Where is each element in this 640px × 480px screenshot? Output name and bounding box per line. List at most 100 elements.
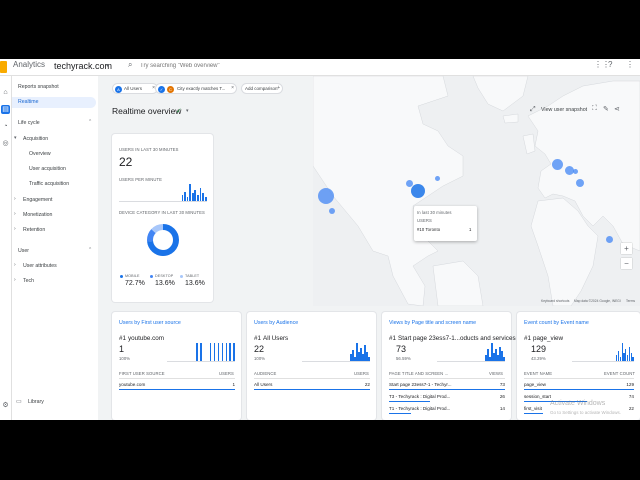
help-icon[interactable]: ? bbox=[608, 60, 612, 69]
nav-section-life-cycle: Life cycle bbox=[18, 120, 40, 126]
map-bubble[interactable] bbox=[573, 169, 578, 174]
card-title[interactable]: Users by Audience bbox=[254, 320, 298, 326]
row-value: 1 bbox=[232, 382, 235, 387]
view-user-snapshot-button[interactable]: View user snapshot bbox=[541, 107, 587, 113]
zoom-in-button[interactable]: + bbox=[621, 243, 632, 254]
top-value: 1 bbox=[119, 344, 125, 354]
card-sparkline bbox=[437, 342, 505, 362]
device-pct: 72.7% bbox=[125, 280, 145, 287]
settings-icon[interactable]: ⚙ bbox=[1, 401, 10, 410]
more-vert-icon[interactable]: ⋮ bbox=[626, 60, 634, 69]
row-bar bbox=[119, 389, 235, 390]
row-name[interactable]: T1 - Techyrack : Digital Prod... bbox=[389, 406, 450, 411]
reports-icon[interactable]: ▤ bbox=[1, 105, 10, 114]
map-bubble[interactable] bbox=[552, 159, 563, 170]
sparkline-bar bbox=[189, 184, 192, 201]
main-content: In last 30 minutes USERS #10 Toronto 1 ⤢… bbox=[98, 76, 640, 420]
keyboard-shortcuts-link[interactable]: Keyboard shortcuts bbox=[541, 299, 569, 303]
advertising-icon[interactable]: ◎ bbox=[1, 139, 10, 148]
nav-realtime[interactable]: Realtime bbox=[12, 97, 96, 108]
expand-more-icon[interactable]: › bbox=[14, 211, 16, 217]
nav-user-acquisition[interactable]: User acquisition bbox=[29, 166, 66, 172]
view-snapshot-bar: ⤢ View user snapshot ⛶ ✎ ⋖ bbox=[530, 105, 638, 117]
nav-retention[interactable]: Retention bbox=[23, 227, 45, 233]
users-30min-value: 22 bbox=[119, 155, 133, 169]
explore-icon[interactable]: ◔ bbox=[1, 122, 10, 131]
map-bubble[interactable] bbox=[435, 176, 440, 181]
close-icon[interactable]: × bbox=[231, 84, 234, 93]
expand-more-icon[interactable]: › bbox=[14, 196, 16, 202]
map-bubble[interactable] bbox=[318, 188, 334, 204]
device-pct: 13.6% bbox=[185, 280, 205, 287]
add-comparison-button[interactable]: Add comparison + bbox=[241, 83, 283, 94]
search-box[interactable]: ⌕ bbox=[120, 59, 390, 73]
device-legend: MOBILE 72.7% DESKTOP 13.6% TABLET 13.6% bbox=[119, 274, 209, 296]
map-bubble[interactable] bbox=[606, 236, 613, 243]
zoom-out-button[interactable]: − bbox=[621, 258, 632, 269]
snapshot-icon[interactable]: ⤢ bbox=[530, 106, 536, 114]
collapse-icon[interactable]: ⌃ bbox=[88, 119, 92, 125]
page-title: Realtime overview bbox=[112, 106, 182, 116]
col-header: USERS bbox=[219, 371, 234, 376]
filter-chip-city[interactable]: ✓ C City exactly matches T... × bbox=[155, 83, 237, 94]
chevron-down-icon[interactable]: ▾ bbox=[106, 62, 109, 69]
tooltip-title: In last 30 minutes bbox=[417, 210, 452, 215]
nav-traffic-acquisition[interactable]: Traffic acquisition bbox=[29, 181, 69, 187]
nav-tech[interactable]: Tech bbox=[23, 278, 34, 284]
row-name[interactable]: session_start bbox=[524, 394, 551, 399]
chip-label: City exactly matches T... bbox=[177, 86, 226, 91]
map-bubble[interactable] bbox=[329, 208, 335, 214]
share-icon[interactable]: ⋖ bbox=[614, 105, 620, 113]
row-name[interactable]: Start page 23ess7-1 - Techyr... bbox=[389, 382, 451, 387]
top-pct: 100% bbox=[254, 356, 266, 361]
expand-less-icon[interactable]: ▾ bbox=[14, 135, 17, 141]
nav-user-attributes[interactable]: User attributes bbox=[23, 263, 57, 269]
row-name[interactable]: first_visit bbox=[524, 406, 542, 411]
divider bbox=[254, 378, 370, 379]
map-bubble[interactable] bbox=[576, 179, 584, 187]
sparkline-bar bbox=[229, 343, 231, 361]
analytics-logo-icon bbox=[0, 61, 7, 73]
edit-icon[interactable]: ✎ bbox=[603, 105, 609, 113]
device-donut-chart bbox=[147, 224, 179, 256]
collapse-icon[interactable]: ⌃ bbox=[88, 247, 92, 253]
nav-section-user: User bbox=[18, 248, 29, 254]
map-bubble-toronto[interactable] bbox=[411, 184, 425, 198]
row-name[interactable]: T3 - Techyrack : Digital Prod... bbox=[389, 394, 450, 399]
account-selector[interactable]: techyrack.com bbox=[54, 61, 112, 71]
fullscreen-icon[interactable]: ⛶ bbox=[592, 105, 597, 113]
nav-monetization[interactable]: Monetization bbox=[23, 212, 52, 218]
row-bar bbox=[389, 401, 431, 402]
legend-dot bbox=[180, 275, 183, 278]
row-bar bbox=[524, 389, 634, 390]
card-title[interactable]: Views by Page title and screen name bbox=[389, 320, 476, 326]
world-map[interactable]: In last 30 minutes USERS #10 Toronto 1 ⤢… bbox=[313, 76, 640, 306]
expand-more-icon[interactable]: › bbox=[14, 226, 16, 232]
row-name[interactable]: youtube.com bbox=[119, 382, 145, 387]
sparkline-bar bbox=[197, 195, 199, 201]
divider bbox=[389, 378, 505, 379]
card-page-title-views: Views by Page title and screen name #1 S… bbox=[382, 312, 516, 420]
sparkline-bar bbox=[503, 357, 505, 361]
home-icon[interactable]: ⌂ bbox=[1, 88, 10, 97]
row-value: 22 bbox=[364, 382, 370, 387]
nav-reports-snapshot[interactable]: Reports snapshot bbox=[18, 84, 59, 90]
row-name[interactable]: page_view bbox=[524, 382, 546, 387]
divider bbox=[119, 378, 235, 379]
row-name[interactable]: All Users bbox=[254, 382, 272, 387]
col-header: EVENT COUNT bbox=[604, 371, 636, 376]
card-title[interactable]: Users by First user source bbox=[119, 320, 181, 326]
search-input[interactable] bbox=[140, 60, 380, 71]
expand-more-icon[interactable]: › bbox=[14, 277, 16, 283]
nav-acquisition[interactable]: Acquisition bbox=[23, 136, 48, 142]
terms-link[interactable]: Terms bbox=[626, 299, 635, 303]
chevron-down-icon[interactable]: ▾ bbox=[186, 108, 189, 114]
card-title[interactable]: Event count by Event name bbox=[524, 320, 589, 326]
nav-library[interactable]: Library bbox=[28, 399, 44, 405]
filter-chip-all-users[interactable]: A All Users × bbox=[112, 83, 158, 94]
expand-more-icon[interactable]: › bbox=[14, 262, 16, 268]
nav-engagement[interactable]: Engagement bbox=[23, 197, 52, 203]
nav-overview[interactable]: Overview bbox=[29, 151, 51, 157]
segment-a-icon: A bbox=[115, 85, 122, 93]
top-pct: 56.59% bbox=[396, 356, 411, 361]
